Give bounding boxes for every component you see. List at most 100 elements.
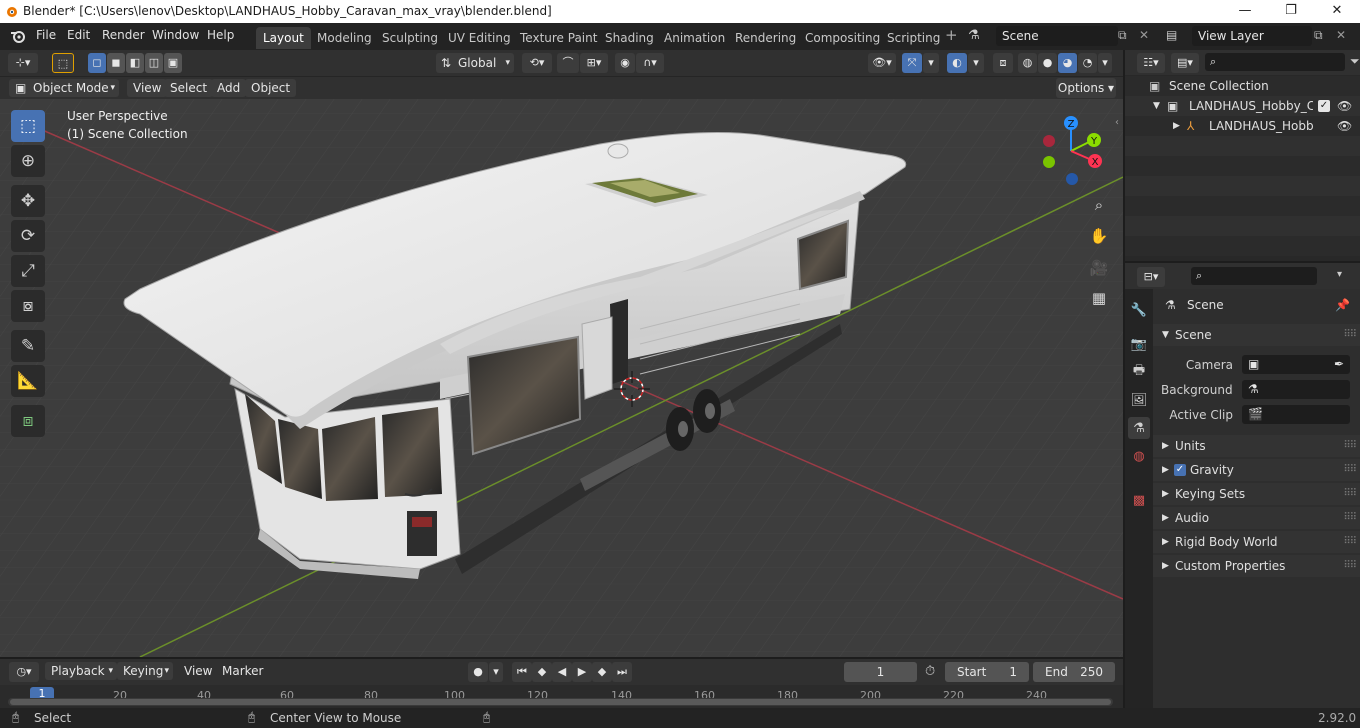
- gizmo-dropdown[interactable]: ▾: [923, 53, 939, 73]
- timeline-scrollbar-thumb[interactable]: [10, 699, 1111, 705]
- start-frame-field[interactable]: Start 1: [945, 662, 1029, 682]
- eyedropper-icon[interactable]: ✒: [1334, 355, 1344, 374]
- tab-texture[interactable]: ▩: [1128, 489, 1150, 511]
- menu-window[interactable]: Window: [152, 28, 199, 42]
- current-frame-field[interactable]: 1: [844, 662, 917, 682]
- drag-handle-icon[interactable]: ⠿⠿: [1343, 435, 1357, 457]
- drag-handle-icon[interactable]: ⠿⠿: [1343, 324, 1357, 346]
- tab-tool[interactable]: 🔧: [1128, 299, 1150, 321]
- timeline-editor-type[interactable]: ◷▾: [9, 662, 39, 682]
- menu-add[interactable]: Add: [211, 79, 247, 97]
- filter-icon[interactable]: ⏷: [1350, 54, 1360, 69]
- shading-wireframe-icon[interactable]: ◍: [1018, 53, 1037, 73]
- zoom-button[interactable]: ⌕: [1086, 192, 1112, 218]
- annotate-tool[interactable]: ✎: [11, 330, 45, 362]
- tab-scene[interactable]: ⚗: [1128, 417, 1150, 439]
- scale-tool[interactable]: ⤢: [11, 255, 45, 287]
- menu-view[interactable]: View: [127, 79, 168, 97]
- navigation-gizmo[interactable]: Z Y X: [1040, 113, 1112, 189]
- end-frame-field[interactable]: End 250: [1033, 662, 1115, 682]
- tab-sculpting[interactable]: Sculpting: [375, 27, 445, 49]
- camera-view-button[interactable]: 🎥: [1086, 255, 1112, 281]
- tab-render[interactable]: 📷: [1128, 333, 1150, 355]
- auto-keying-record-icon[interactable]: ●: [468, 662, 488, 682]
- shading-dropdown[interactable]: ▾: [1098, 53, 1112, 73]
- select-box-tool-icon[interactable]: ⬚: [52, 53, 74, 73]
- outliner-scene-collection[interactable]: ▣ Scene Collection: [1125, 76, 1360, 96]
- options-dropdown[interactable]: Options ▾: [1056, 78, 1116, 98]
- play-reverse-icon[interactable]: ◀: [552, 662, 572, 682]
- gravity-checkbox[interactable]: ✓: [1174, 464, 1186, 476]
- tab-compositing[interactable]: Compositing: [798, 27, 887, 49]
- play-icon[interactable]: ▶: [572, 662, 592, 682]
- drag-handle-icon[interactable]: ⠿⠿: [1343, 459, 1357, 481]
- add-workspace-icon[interactable]: +: [945, 26, 958, 44]
- panel-rigid-body-world[interactable]: ▶ Rigid Body World ⠿⠿: [1153, 531, 1360, 553]
- timeline-scrollbar[interactable]: [8, 698, 1113, 706]
- keying-set-dropdown[interactable]: ▾: [489, 662, 503, 682]
- tab-texture-paint[interactable]: Texture Paint: [513, 27, 604, 49]
- gizmo-neg-y-axis[interactable]: [1043, 156, 1055, 168]
- tab-view-layer[interactable]: 🖼: [1128, 389, 1150, 411]
- overlay-toggle-icon[interactable]: ◐: [947, 53, 967, 73]
- close-button[interactable]: ✕: [1314, 0, 1360, 23]
- keying-dropdown[interactable]: Keying ▾: [117, 662, 173, 680]
- scene-selector-icon[interactable]: ⚗: [968, 28, 980, 43]
- shading-rendered-icon[interactable]: ◔: [1078, 53, 1097, 73]
- outliner-collection-row[interactable]: ▼ ▣ LANDHAUS_Hobby_Cara ✓ 👁: [1125, 96, 1360, 116]
- scene-name-field[interactable]: Scene: [996, 26, 1118, 46]
- tab-shading[interactable]: Shading: [598, 27, 661, 49]
- properties-search-input[interactable]: ⌕: [1191, 267, 1317, 285]
- menu-help[interactable]: Help: [207, 28, 234, 42]
- delete-scene-icon[interactable]: ✕: [1139, 28, 1149, 42]
- timeline-ruler[interactable]: 1 20 40 60 80 100 120 140 160 180 200 22…: [0, 685, 1123, 708]
- panel-custom-properties[interactable]: ▶ Custom Properties ⠿⠿: [1153, 555, 1360, 577]
- menu-render[interactable]: Render: [102, 28, 145, 42]
- snap-target-dropdown[interactable]: ⊞▾: [580, 53, 608, 73]
- drag-handle-icon[interactable]: ⠿⠿: [1343, 507, 1357, 529]
- jump-to-end-icon[interactable]: ⏭: [612, 662, 632, 682]
- cursor-tool[interactable]: ⊕: [11, 145, 45, 177]
- tab-world[interactable]: ◍: [1128, 445, 1150, 467]
- eye-icon[interactable]: 👁: [1337, 116, 1352, 136]
- add-cube-tool[interactable]: ⧈: [11, 405, 45, 437]
- panel-gravity[interactable]: ▶ ✓ Gravity ⠿⠿: [1153, 459, 1360, 481]
- drag-handle-icon[interactable]: ⠿⠿: [1343, 483, 1357, 505]
- tab-rendering[interactable]: Rendering: [728, 27, 803, 49]
- rotate-tool[interactable]: ⟳: [11, 220, 45, 252]
- outliner-search-input[interactable]: ⌕: [1205, 53, 1345, 71]
- gizmo-neg-z-axis[interactable]: [1066, 173, 1078, 185]
- overlay-dropdown[interactable]: ▾: [968, 53, 984, 73]
- panel-audio[interactable]: ▶ Audio ⠿⠿: [1153, 507, 1360, 529]
- select-mode-invert-icon[interactable]: ◫: [145, 53, 163, 73]
- gizmo-toggle-icon[interactable]: ⤧: [902, 53, 922, 73]
- pan-button[interactable]: ✋: [1086, 223, 1112, 249]
- menu-file[interactable]: File: [36, 28, 56, 42]
- tab-animation[interactable]: Animation: [657, 27, 732, 49]
- proportional-edit-icon[interactable]: ◉: [615, 53, 635, 73]
- panel-units[interactable]: ▶ Units ⠿⠿: [1153, 435, 1360, 457]
- xray-toggle-icon[interactable]: ⧈: [993, 53, 1013, 73]
- minimize-button[interactable]: —: [1222, 0, 1268, 23]
- move-tool[interactable]: ✥: [11, 185, 45, 217]
- view-layer-field[interactable]: View Layer: [1192, 26, 1312, 46]
- 3d-viewport[interactable]: User Perspective (1) Scene Collection ⬚ …: [0, 99, 1123, 657]
- measure-tool[interactable]: 📐: [11, 365, 45, 397]
- new-scene-icon[interactable]: ⧉: [1118, 28, 1127, 43]
- camera-field[interactable]: ▣ ✒: [1242, 355, 1350, 374]
- expand-arrow-right-icon[interactable]: ▶: [1173, 116, 1180, 136]
- outliner-display-mode[interactable]: ▤▾: [1171, 53, 1199, 73]
- shading-solid-icon[interactable]: ●: [1038, 53, 1057, 73]
- timeline-menu-view[interactable]: View: [178, 662, 218, 680]
- transform-orientation-dropdown[interactable]: ⇅ Global ▾: [436, 53, 514, 73]
- visibility-dropdown[interactable]: 👁▾: [868, 53, 896, 73]
- tab-uv-editing[interactable]: UV Editing: [441, 27, 518, 49]
- new-view-layer-icon[interactable]: ⧉: [1314, 28, 1323, 43]
- jump-prev-keyframe-icon[interactable]: ◆: [532, 662, 552, 682]
- timeline-menu-marker[interactable]: Marker: [216, 662, 269, 680]
- drag-handle-icon[interactable]: ⠿⠿: [1343, 531, 1357, 553]
- panel-scene-header[interactable]: ▼ Scene ⠿⠿: [1153, 324, 1360, 346]
- exclude-checkbox[interactable]: ✓: [1318, 100, 1330, 112]
- mode-dropdown[interactable]: ▣ Object Mode ▾: [9, 79, 119, 97]
- properties-editor-type[interactable]: ⊟▾: [1137, 267, 1165, 287]
